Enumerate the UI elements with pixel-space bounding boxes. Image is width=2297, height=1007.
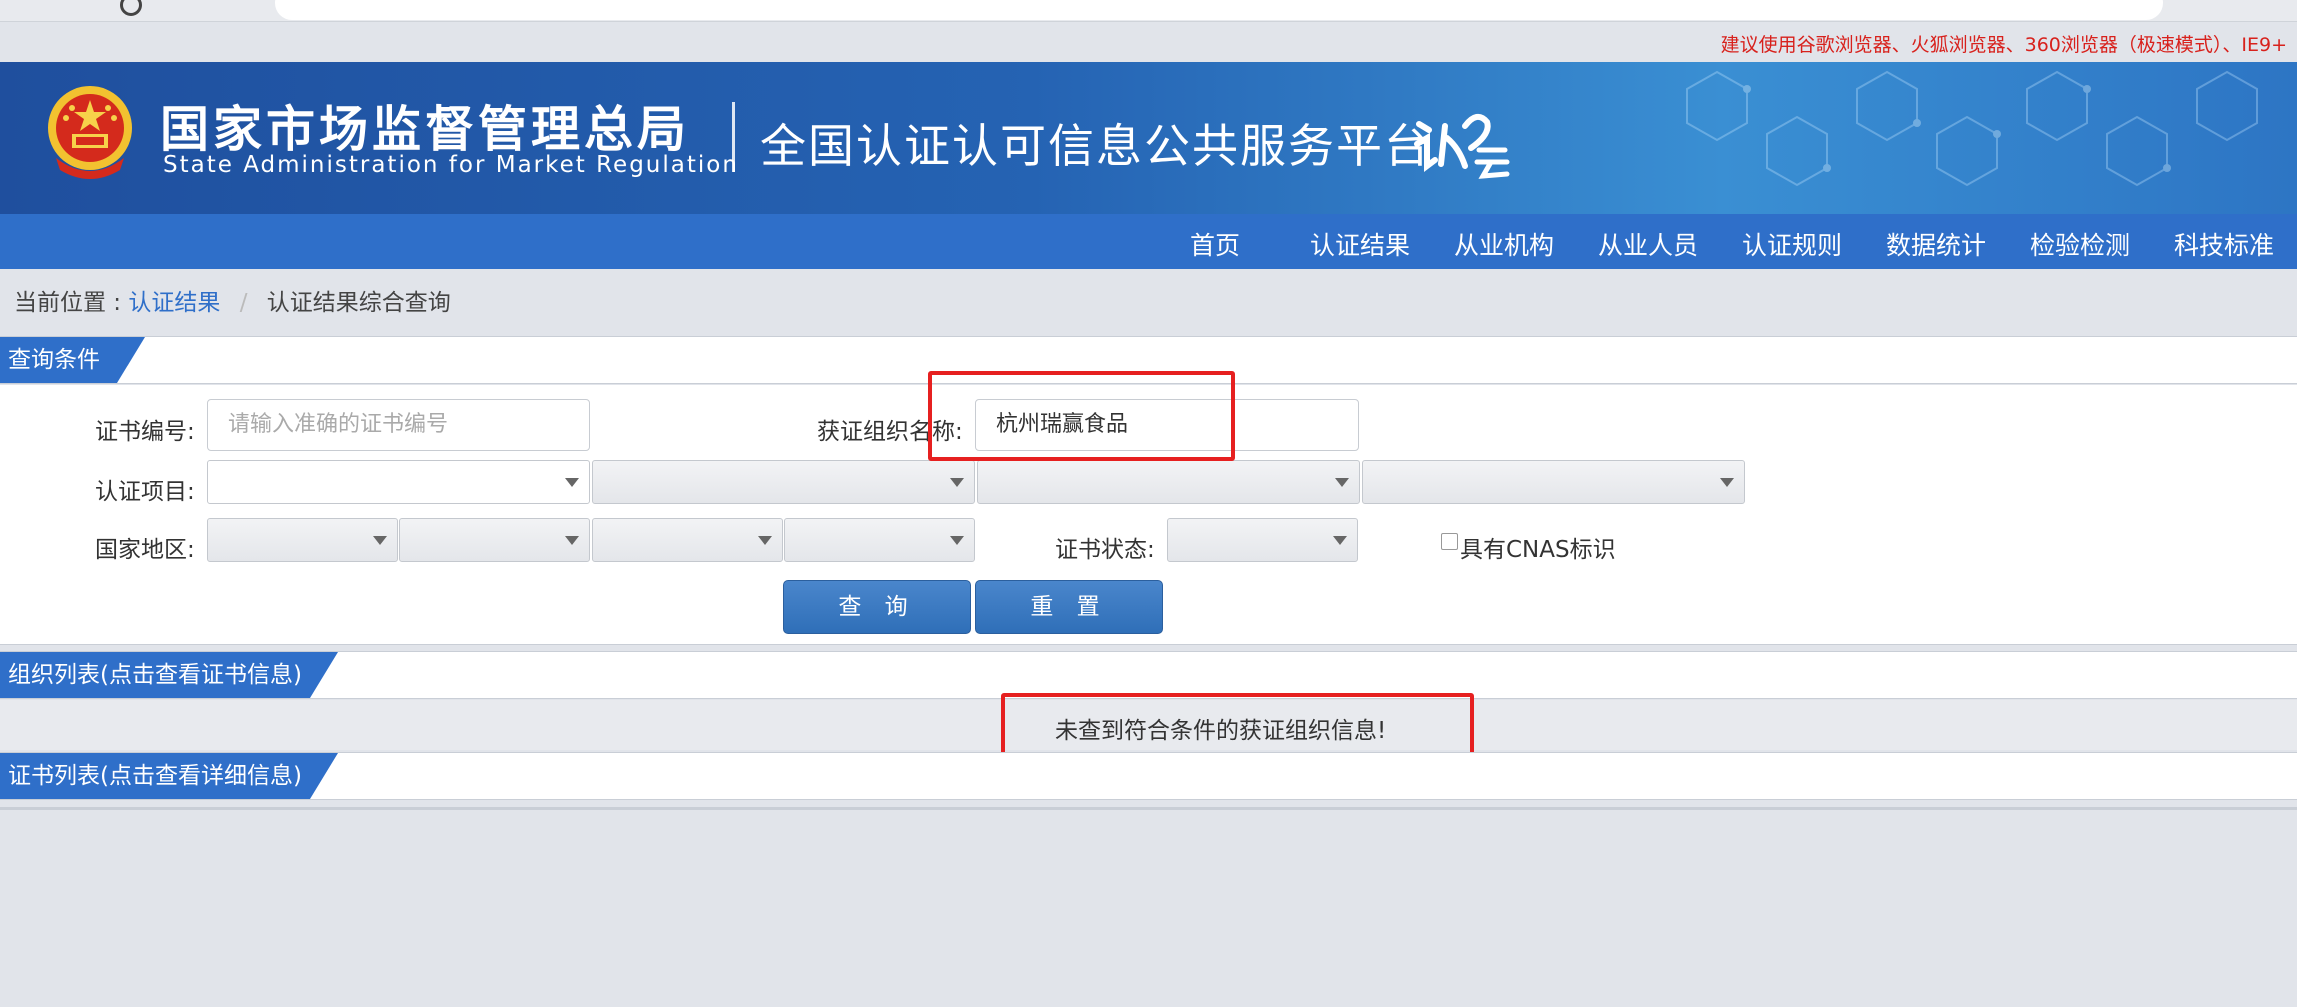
hexagon-pattern — [1686, 70, 2258, 187]
region-label: 国家地区: — [95, 537, 195, 563]
search-button[interactable]: 查 询 — [783, 580, 971, 634]
chevron-down-icon — [1335, 478, 1349, 487]
platform-title: 全国认证认可信息公共服务平台 — [760, 119, 1432, 173]
highlight-box-empty-message — [1001, 693, 1474, 760]
nav-item-personnel[interactable]: 从业人员 — [1598, 226, 1698, 262]
cert-project-label: 认证项目: — [95, 479, 195, 505]
chevron-down-icon — [758, 536, 772, 545]
cert-project-select-1[interactable] — [207, 460, 590, 504]
cert-list-section-header: 证书列表(点击查看详细信息) — [0, 752, 2297, 800]
browser-chrome — [0, 0, 2297, 22]
chevron-down-icon — [565, 478, 579, 487]
history-icon[interactable] — [120, 0, 142, 16]
breadcrumb-link-cert-results[interactable]: 认证结果 — [128, 290, 220, 316]
cert-status-label: 证书状态: — [1055, 537, 1155, 563]
region-select-1[interactable] — [207, 518, 398, 562]
breadcrumb-prefix: 当前位置 : — [14, 290, 122, 316]
cert-project-select-4[interactable] — [1362, 460, 1745, 504]
chevron-down-icon — [1720, 478, 1734, 487]
cert-status-select[interactable] — [1167, 518, 1358, 562]
main-nav: 首页 认证结果 从业机构 从业人员 认证规则 数据统计 检验检测 科技标准 — [0, 214, 2297, 269]
reset-button[interactable]: 重 置 — [975, 580, 1163, 634]
nav-item-home[interactable]: 首页 — [1190, 226, 1240, 262]
region-select-2[interactable] — [399, 518, 590, 562]
nav-item-inspection[interactable]: 检验检测 — [2030, 226, 2130, 262]
org-list-section-title: 组织列表(点击查看证书信息) — [0, 652, 338, 698]
nav-item-standards[interactable]: 科技标准 — [2174, 226, 2274, 262]
org-name-en: State Administration for Market Regulati… — [163, 152, 739, 178]
chevron-down-icon — [565, 536, 579, 545]
chevron-down-icon — [1333, 536, 1347, 545]
region-select-3[interactable] — [592, 518, 783, 562]
breadcrumb-separator: / — [239, 290, 248, 316]
chevron-down-icon — [950, 536, 964, 545]
nav-item-cert-results[interactable]: 认证结果 — [1310, 226, 1410, 262]
cert-no-label: 证书编号: — [95, 419, 195, 445]
cert-project-select-2[interactable] — [592, 460, 975, 504]
cert-no-input[interactable]: 请输入准确的证书编号 — [207, 399, 590, 451]
cert-project-select-3[interactable] — [977, 460, 1360, 504]
chevron-down-icon — [950, 478, 964, 487]
address-bar[interactable] — [275, 0, 2163, 20]
region-select-4[interactable] — [784, 518, 975, 562]
nav-item-statistics[interactable]: 数据统计 — [1886, 226, 1986, 262]
cnas-checkbox[interactable] — [1441, 533, 1458, 550]
browser-tip: 建议使用谷歌浏览器、火狐浏览器、360浏览器（极速模式）、IE9+ — [1720, 34, 2287, 56]
cert-list-bottom-border — [0, 807, 2297, 810]
header-divider — [732, 102, 735, 172]
org-list-section-header: 组织列表(点击查看证书信息) — [0, 651, 2297, 699]
renyun-logo: 认云 — [1414, 113, 1510, 179]
breadcrumb-current: 认证结果综合查询 — [266, 290, 451, 316]
nav-item-cert-rules[interactable]: 认证规则 — [1742, 226, 1842, 262]
highlight-box-org-name — [928, 371, 1235, 461]
chevron-down-icon — [373, 536, 387, 545]
breadcrumb: 当前位置 : 认证结果 / 认证结果综合查询 — [14, 283, 451, 317]
nav-item-institutions[interactable]: 从业机构 — [1454, 226, 1554, 262]
national-emblem-icon — [48, 86, 132, 179]
org-name-cn: 国家市场监督管理总局 — [160, 101, 691, 158]
site-banner: 国家市场监督管理总局 State Administration for Mark… — [0, 62, 2297, 214]
cert-list-section-title: 证书列表(点击查看详细信息) — [0, 753, 338, 799]
query-section-title: 查询条件 — [0, 337, 145, 383]
cnas-label: 具有CNAS标识 — [1460, 537, 1616, 563]
